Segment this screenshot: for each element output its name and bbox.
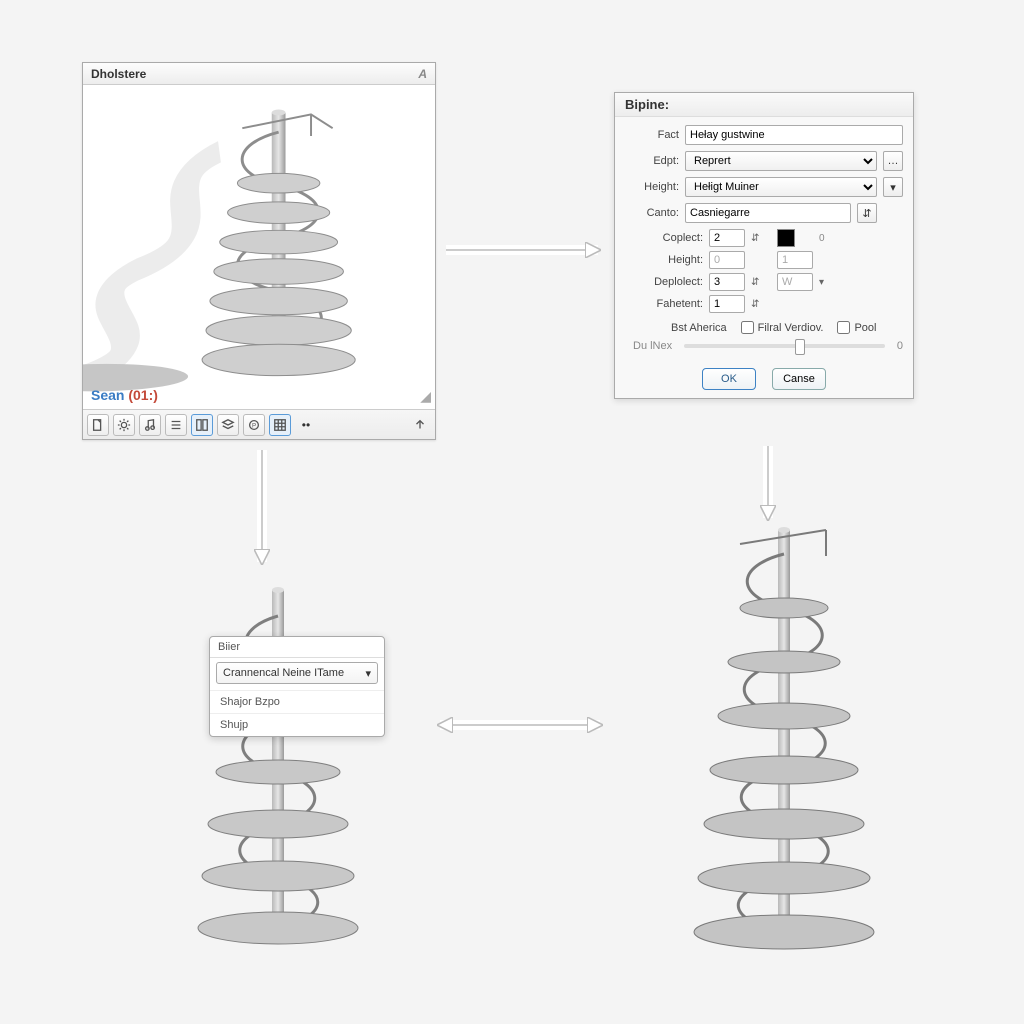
viewport-toolbar: P •• <box>83 409 435 439</box>
deplolect-aux-input[interactable] <box>777 273 813 291</box>
canto-input[interactable] <box>685 203 851 223</box>
deplolect-input[interactable] <box>709 273 745 291</box>
canto-stepper[interactable]: ⇵ <box>857 203 877 223</box>
result-stair-right <box>640 510 900 970</box>
tool-gear-icon[interactable] <box>113 414 135 436</box>
deplolect-chevron-down-icon[interactable]: ▾ <box>819 277 839 288</box>
bst-label: Bst Aherica <box>671 322 727 334</box>
viewport-title: Dholstere <box>91 67 146 81</box>
tool-p-icon[interactable]: P <box>243 414 265 436</box>
canto-label: Canto: <box>625 207 679 219</box>
coplect-stepper-icon[interactable]: ⇵ <box>751 233 771 244</box>
viewport-canvas[interactable]: Sean (01:) ◢ <box>83 85 435 409</box>
dropdown-select[interactable]: Crannencal Neine ITame ▾ <box>216 662 378 684</box>
coplect-input[interactable] <box>709 229 745 247</box>
dropdown-header: Biier <box>210 637 384 658</box>
fahetent-input[interactable] <box>709 295 745 313</box>
flow-arrow-bidirectional <box>430 700 610 750</box>
dialog-title: Bipine: <box>615 93 913 117</box>
tool-document-icon[interactable] <box>87 414 109 436</box>
tool-bars-icon[interactable] <box>165 414 187 436</box>
status-frame: (01:) <box>128 387 158 403</box>
chevron-down-icon: ▾ <box>365 667 371 680</box>
slider-label: Du lNex <box>633 340 672 352</box>
tool-layers-icon[interactable] <box>217 414 239 436</box>
cancel-button[interactable]: Canse <box>772 368 826 390</box>
coplect-color-swatch[interactable] <box>777 229 795 247</box>
svg-text:P: P <box>252 422 256 429</box>
tool-upload-icon[interactable] <box>409 414 431 436</box>
tool-columns-icon[interactable] <box>191 414 213 436</box>
dropdown-popup: Biier Crannencal Neine ITame ▾ Shajor Bz… <box>209 636 385 737</box>
height2-label: Height: <box>625 254 703 266</box>
dropdown-selected: Crannencal Neine ITame <box>223 667 344 679</box>
height-label: Height: <box>625 181 679 193</box>
height2-aux-input[interactable] <box>777 251 813 269</box>
status-user: Sean <box>91 387 124 403</box>
tool-grid-icon[interactable] <box>269 414 291 436</box>
edpt-label: Edpt: <box>625 155 679 167</box>
fact-label: Fact <box>625 129 679 141</box>
viewport-header: Dholstere A <box>83 63 435 85</box>
filral-checkbox[interactable]: Filral Verdiov. <box>741 321 824 334</box>
deplolect-stepper-icon[interactable]: ⇵ <box>751 277 771 288</box>
edpt-select[interactable]: Reprert <box>685 151 877 171</box>
viewport-panel: Dholstere A <box>82 62 436 440</box>
deplolect-label: Deplolect: <box>625 276 703 288</box>
result-stair-left <box>150 560 380 960</box>
cursor-icon: A <box>418 67 427 81</box>
height2-input[interactable] <box>709 251 745 269</box>
coplect-label: Coplect: <box>625 232 703 244</box>
tool-music-icon[interactable] <box>139 414 161 436</box>
properties-dialog: Bipine: Fact Edpt: Reprert … Height: Heł… <box>614 92 914 399</box>
viewport-status: Sean (01:) <box>91 387 158 403</box>
dropdown-option[interactable]: Shujp <box>210 713 384 736</box>
coplect-aux: 0 <box>819 233 839 244</box>
fahetent-label: Fahetent: <box>625 298 703 310</box>
resize-icon[interactable]: ◢ <box>420 388 431 405</box>
flow-arrow-down-left <box>232 444 292 574</box>
fact-input[interactable] <box>685 125 903 145</box>
pool-checkbox[interactable]: Pool <box>837 321 876 334</box>
slider-value: 0 <box>897 340 903 352</box>
edpt-browse-button[interactable]: … <box>883 151 903 171</box>
height-select[interactable]: Hełigt Muiner <box>685 177 877 197</box>
flow-arrow-right <box>440 220 610 280</box>
tool-more-icon[interactable]: •• <box>295 414 317 436</box>
ok-button[interactable]: OK <box>702 368 756 390</box>
fahetent-stepper-icon[interactable]: ⇵ <box>751 299 771 310</box>
height-chevron-down-icon[interactable]: ▾ <box>883 177 903 197</box>
dropdown-option[interactable]: Shajor Bzpo <box>210 690 384 713</box>
index-slider[interactable] <box>684 344 885 348</box>
